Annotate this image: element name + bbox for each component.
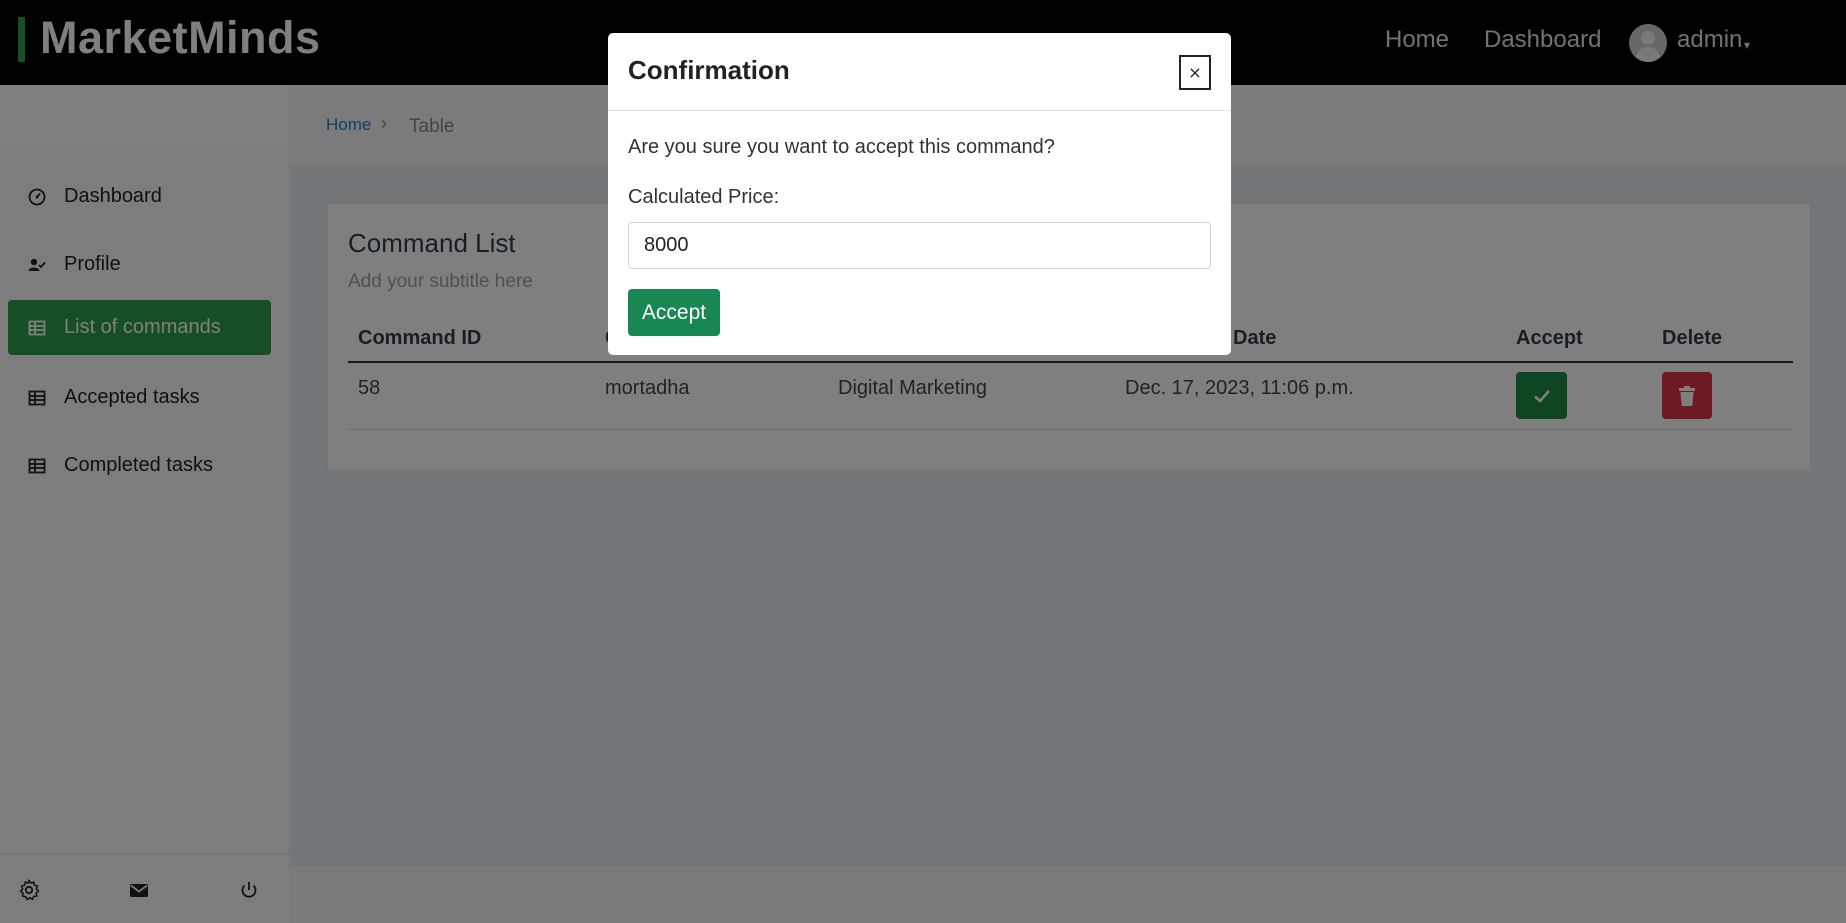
- modal-title: Confirmation: [628, 55, 790, 85]
- price-input[interactable]: [628, 222, 1211, 269]
- confirmation-modal: Confirmation × Are you sure you want to …: [608, 33, 1231, 355]
- accept-button[interactable]: Accept: [628, 289, 720, 336]
- modal-divider: [608, 110, 1231, 111]
- close-button[interactable]: ×: [1179, 55, 1211, 90]
- modal-question: Are you sure you want to accept this com…: [628, 136, 1055, 158]
- price-label: Calculated Price:: [628, 186, 780, 208]
